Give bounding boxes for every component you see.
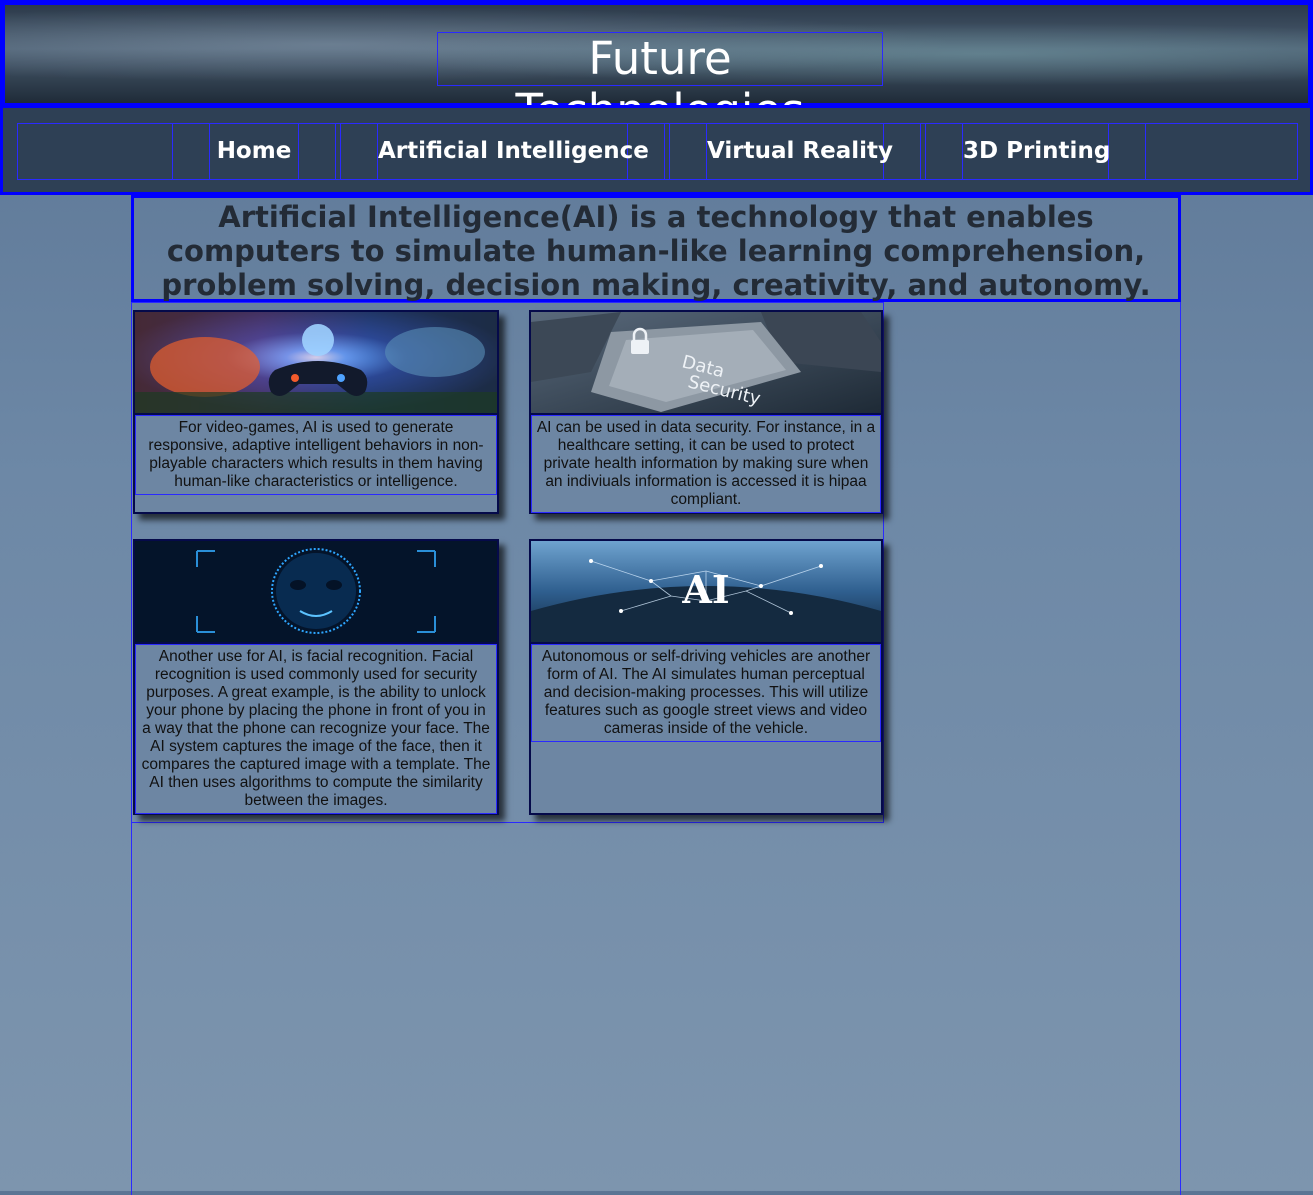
main-nav: Home Artificial Intelligence Virtual Rea…	[0, 105, 1313, 195]
card-video-games: For video-games, AI is used to generate …	[133, 310, 499, 514]
site-header: Future Technologies	[0, 0, 1313, 137]
gaming-controller-brain-image	[135, 312, 497, 415]
card-facial-recognition-text: Another use for AI, is facial recognitio…	[135, 644, 497, 814]
facial-recognition-image	[135, 541, 497, 644]
data-security-key-image: Data Security	[531, 312, 881, 415]
site-title: Future Technologies	[437, 32, 883, 137]
nav-list: Home Artificial Intelligence Virtual Rea…	[17, 123, 1298, 180]
nav-link-3d-printing[interactable]: 3D Printing	[962, 123, 1110, 180]
card-video-games-text: For video-games, AI is used to generate …	[135, 415, 497, 495]
card-data-security: Data Security AI can be used in data secu…	[529, 310, 883, 514]
self-driving-car-ai-image: AI	[531, 541, 881, 644]
nav-link-artificial-intelligence[interactable]: Artificial Intelligence	[377, 123, 649, 180]
nav-link-home[interactable]: Home	[209, 123, 299, 180]
card-data-security-text: AI can be used in data security. For ins…	[531, 415, 881, 513]
card-facial-recognition: Another use for AI, is facial recognitio…	[133, 539, 499, 815]
nav-link-virtual-reality[interactable]: Virtual Reality	[706, 123, 893, 180]
card-self-driving: AI Autonomous or self-driving vehicles a…	[529, 539, 883, 815]
intro-heading: Artificial Intelligence(AI) is a technol…	[131, 195, 1181, 302]
card-self-driving-text: Autonomous or self-driving vehicles are …	[531, 644, 881, 742]
ai-caption: AI	[681, 567, 729, 612]
